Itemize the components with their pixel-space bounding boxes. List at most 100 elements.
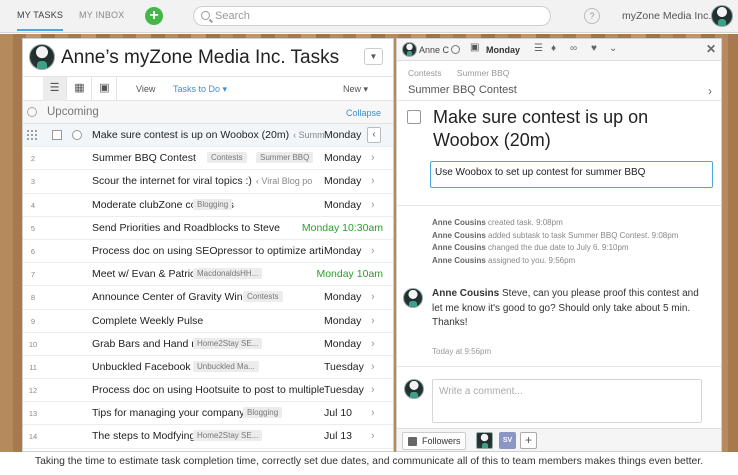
view-filter-dropdown[interactable]: Tasks to Do ▾ <box>173 84 227 95</box>
due-date-cell[interactable]: Monday <box>324 245 386 257</box>
chevron-right-icon[interactable]: › <box>371 384 375 396</box>
due-date-cell[interactable]: Tuesday <box>324 361 386 373</box>
due-date-cell[interactable]: Monday 10am <box>283 268 383 280</box>
tab-my-inbox[interactable]: MY INBOX <box>79 10 124 20</box>
task-row[interactable]: 2 Summer BBQ Contest Contests Summer BBQ Mon… <box>23 147 393 171</box>
comment-text: Anne Cousins Steve, can you please proof… <box>432 287 712 331</box>
select-checkbox[interactable] <box>52 130 62 140</box>
project-tag[interactable]: Unbuckled Ma... <box>193 360 259 372</box>
org-name[interactable]: myZone Media Inc. <box>622 10 711 22</box>
task-name-cell[interactable]: Scour the internet for viral topics :) ‹ … <box>92 175 324 187</box>
task-name-cell[interactable]: Process doc on using Hootsuite to post t… <box>92 384 324 396</box>
heart-icon[interactable]: ♥ <box>591 43 597 54</box>
due-date-cell[interactable]: Monday <box>324 338 386 350</box>
activity-author[interactable]: Anne Cousins <box>432 218 486 227</box>
project-tag[interactable]: Blogging <box>243 407 283 419</box>
task-row[interactable]: 14 The steps to Modfying Your Bathro Home2… <box>23 425 393 449</box>
chevron-right-icon[interactable]: › <box>371 222 375 234</box>
subtasks-icon[interactable]: ☰ <box>534 43 543 54</box>
comment-input[interactable]: Write a comment... <box>432 379 702 423</box>
project-tag[interactable]: MacdonaldsHH... <box>193 268 263 280</box>
chevron-right-icon[interactable]: › <box>371 361 375 373</box>
add-follower-button[interactable]: + <box>520 432 537 449</box>
chevron-right-icon[interactable]: › <box>708 84 712 98</box>
task-title[interactable]: Make sure contest is up on Woobox (20m) <box>433 106 713 152</box>
row-number: 5 <box>30 223 36 233</box>
search-input[interactable]: Search <box>193 6 551 26</box>
due-date-cell[interactable]: Monday <box>324 199 386 211</box>
new-button[interactable]: New ▾ <box>343 84 368 95</box>
breadcrumb-item[interactable]: Contests <box>408 68 442 78</box>
due-date-cell[interactable]: Monday <box>324 291 386 303</box>
due-date-cell[interactable]: Jul 13 <box>324 430 386 442</box>
chevron-right-icon[interactable]: › <box>371 315 375 327</box>
chevron-left-icon[interactable]: ‹ <box>367 127 381 143</box>
complete-circle[interactable] <box>72 130 82 140</box>
close-icon[interactable]: ✕ <box>706 42 716 56</box>
drag-handle-icon[interactable] <box>26 129 39 142</box>
list-view-icon[interactable]: ☰ <box>43 77 67 101</box>
calendar-view-icon[interactable]: ▦ <box>68 77 92 101</box>
collapse-link[interactable]: Collapse <box>346 108 381 118</box>
files-view-icon[interactable]: ▣ <box>93 77 117 101</box>
chevron-right-icon[interactable]: › <box>371 338 375 350</box>
chevron-right-icon[interactable]: › <box>371 245 375 257</box>
attachment-icon[interactable]: ∞ <box>570 43 577 54</box>
task-row[interactable]: 7 Meet w/ Evan & Patrick to MacdonaldsHH..… <box>23 263 393 287</box>
project-tag[interactable]: Home2Stay SE... <box>193 337 263 349</box>
task-row[interactable]: Make sure contest is up on Woobox (20m) ‹… <box>23 124 393 148</box>
due-date-cell[interactable]: Monday <box>324 152 386 164</box>
tag-icon[interactable]: ♦ <box>551 43 556 54</box>
task-row[interactable]: 8 Announce Center of Gravity Winner (30 Co… <box>23 286 393 310</box>
task-row[interactable]: 9 Complete Weekly Pulse Monday › <box>23 310 393 333</box>
due-date-cell[interactable]: Tuesday <box>324 384 386 396</box>
task-name-cell[interactable]: Process doc on using SEOpressor to optim… <box>92 245 324 257</box>
project-tag[interactable]: Blogging <box>193 198 233 210</box>
project-tag[interactable]: Summer BBQ <box>256 152 314 164</box>
task-name-cell[interactable]: Tips for managing your company email <box>92 407 324 419</box>
task-row[interactable]: 13 Tips for managing your company email Bl… <box>23 402 393 426</box>
user-avatar[interactable] <box>711 5 733 27</box>
chevron-right-icon[interactable]: › <box>371 291 375 303</box>
follower-avatar[interactable] <box>476 432 493 449</box>
tab-my-tasks[interactable]: MY TASKS <box>17 10 64 31</box>
chevron-right-icon[interactable]: › <box>371 175 375 187</box>
task-row[interactable]: 11 Unbuckled Facebook contest Unbuckled Ma… <box>23 356 393 380</box>
activity-author[interactable]: Anne Cousins <box>432 256 486 265</box>
more-chevron-icon[interactable]: ⌄ <box>609 43 617 54</box>
chevron-right-icon[interactable]: › <box>371 430 375 442</box>
task-row[interactable]: 5 Send Priorities and Roadblocks to Steve… <box>23 217 393 240</box>
chevron-right-icon[interactable]: › <box>371 268 375 280</box>
task-name-cell[interactable]: Make sure contest is up on Woobox (20m) ‹… <box>92 129 324 141</box>
due-date[interactable]: Monday <box>486 45 520 55</box>
chevron-right-icon[interactable]: › <box>371 152 375 164</box>
followers-button[interactable]: Followers <box>402 432 466 450</box>
description-field[interactable]: Use Woobox to set up contest for summer … <box>430 161 713 188</box>
task-row[interactable]: 6 Process doc on using SEOpressor to opti… <box>23 240 393 264</box>
assignee-name[interactable]: Anne C <box>419 45 449 55</box>
chevron-right-icon[interactable]: › <box>371 199 375 211</box>
project-tag[interactable]: Contests <box>243 291 283 303</box>
activity-author[interactable]: Anne Cousins <box>432 243 486 252</box>
breadcrumb-item[interactable]: Summer BBQ <box>457 68 509 78</box>
task-row[interactable]: 12 Process doc on using Hootsuite to post… <box>23 379 393 403</box>
due-date-cell[interactable]: Monday <box>324 175 386 187</box>
task-name-cell[interactable]: Announce Center of Gravity Winner (30 <box>92 291 324 303</box>
quick-add-button[interactable]: + <box>145 7 163 25</box>
complete-checkbox[interactable] <box>407 110 421 124</box>
due-date-cell[interactable]: Monday <box>324 315 386 327</box>
task-row[interactable]: 10 Grab Bars and Hand rails: A guid Home2S… <box>23 333 393 356</box>
task-row[interactable]: 3 Scour the internet for viral topics :) ‹… <box>23 170 393 194</box>
task-row[interactable]: 4 Moderate clubZone comments Blogging Monda… <box>23 194 393 217</box>
due-date-cell[interactable]: Jul 10 <box>324 407 386 419</box>
project-tag[interactable]: Home2Stay SE... <box>193 430 263 442</box>
task-name-cell[interactable]: Complete Weekly Pulse <box>92 315 324 327</box>
parent-task-link[interactable]: Summer BBQ Contest <box>408 84 517 96</box>
help-button[interactable]: ? <box>584 8 600 24</box>
project-tag[interactable]: Contests <box>207 152 247 164</box>
chevron-right-icon[interactable]: › <box>371 407 375 419</box>
activity-author[interactable]: Anne Cousins <box>432 231 486 240</box>
due-date-cell[interactable]: Monday 10:30am <box>283 222 383 234</box>
follower-initials-avatar[interactable]: SV <box>499 432 516 449</box>
title-menu-button[interactable]: ▼ <box>364 48 383 65</box>
